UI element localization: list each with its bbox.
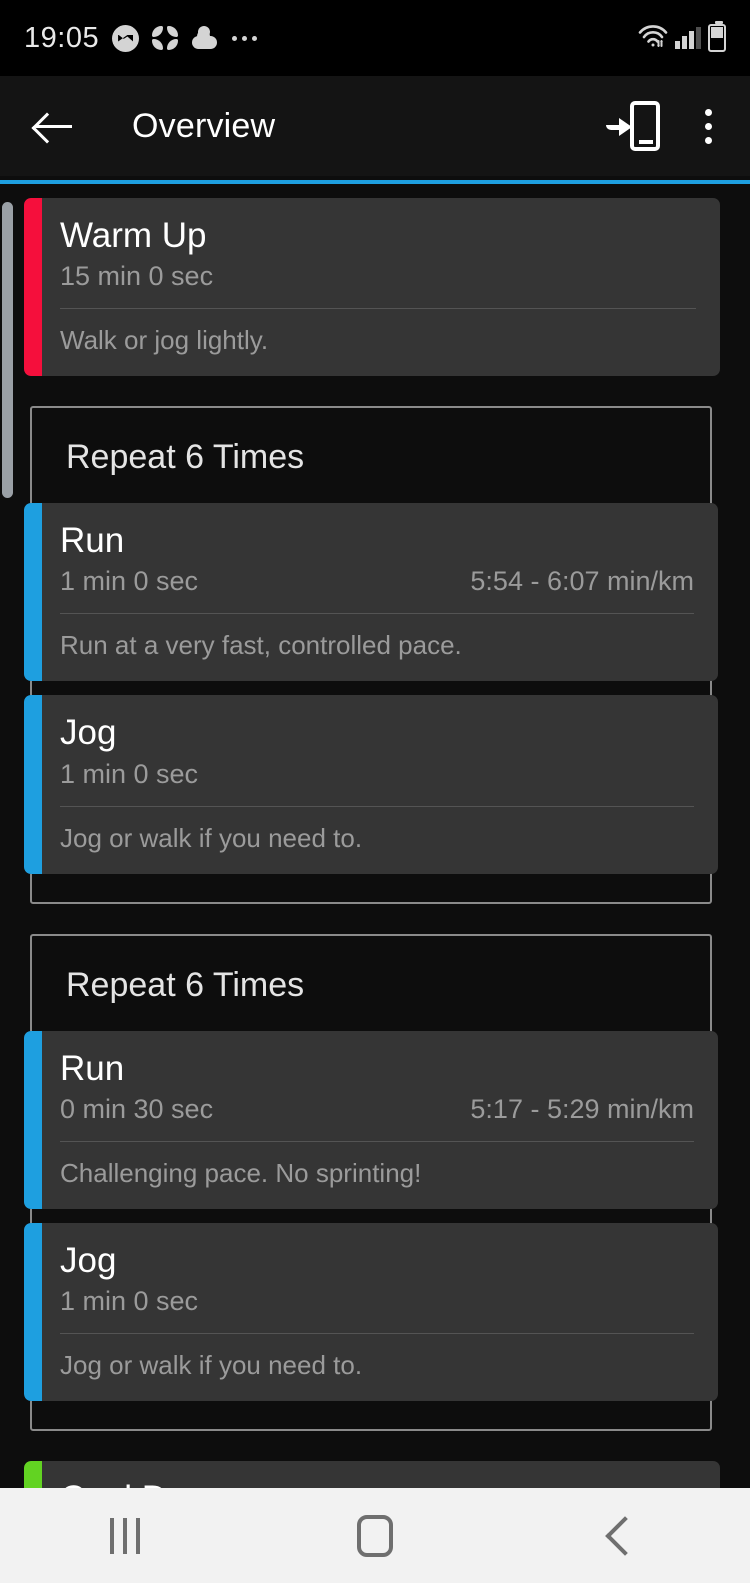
step-title: Run [60,1048,125,1088]
step-title: Jog [60,713,117,753]
step-duration: 1 min 0 sec [60,1285,199,1316]
step-duration: 15 min 0 sec [60,261,214,292]
workout-steps-list[interactable]: Warm Up 15 min 0 sec Walk or jog lightly… [0,176,750,1488]
step-accent-bar [24,1030,42,1209]
recents-button[interactable] [65,1488,185,1583]
step-body: Run 0 min 30 sec 5:17 - 5:29 min/km Chal… [42,1031,718,1209]
step-title: Cool Down [60,1479,696,1488]
step-divider [60,805,694,807]
step-body: Run 1 min 0 sec 5:54 - 6:07 min/km Run a… [42,503,718,681]
workout-step-card[interactable]: Run 1 min 0 sec 5:54 - 6:07 min/km Run a… [24,503,718,682]
repeat-group-title: Repeat 6 Times [66,438,305,477]
messenger-icon [112,24,140,52]
step-description: Walk or jog lightly. [60,325,269,356]
step-accent-bar [24,198,42,377]
step-meta-row: 15 min 0 sec [60,261,696,292]
step-accent-bar [24,695,42,874]
section-divider-blue [0,180,750,184]
home-button[interactable] [315,1488,435,1583]
repeat-group[interactable]: Repeat 6 Times Run 1 min 0 sec 5:54 - 6:… [24,406,718,904]
step-pace: 5:17 - 5:29 min/km [470,1093,694,1124]
overflow-menu-icon[interactable] [688,97,728,155]
cellular-signal-icon [675,27,701,49]
app-bar: Overview [0,76,750,176]
status-bar-right [638,21,726,53]
page-title: Overview [132,106,276,145]
step-description: Jog or walk if you need to. [60,822,363,853]
back-arrow-icon[interactable] [28,100,80,152]
step-meta-row: 1 min 0 sec [60,759,694,790]
steps-container: Warm Up 15 min 0 sec Walk or jog lightly… [0,198,750,1488]
more-notifications-icon [232,35,258,41]
status-bar: 19:05 [0,0,750,76]
weather-icon [191,26,219,50]
send-to-phone-icon[interactable] [606,97,664,155]
step-body: Jog 1 min 0 sec Jog or walk if you need … [42,1223,718,1401]
workout-step-card[interactable]: Warm Up 15 min 0 sec Walk or jog lightly… [24,198,720,377]
android-navigation-bar [0,1488,750,1583]
step-title: Jog [60,1240,117,1280]
home-icon [357,1514,393,1557]
phone-screen: 19:05 Overview Warm Up 15 min 0 sec Walk… [0,0,750,1583]
step-description: Run at a very fast, controlled pace. [60,630,462,661]
step-accent-bar [24,503,42,682]
workout-step-card[interactable]: Jog 1 min 0 sec Jog or walk if you need … [24,1222,718,1401]
step-accent-bar [24,1460,42,1488]
step-duration: 1 min 0 sec [60,566,199,597]
workout-step-card[interactable]: Jog 1 min 0 sec Jog or walk if you need … [24,695,718,874]
step-title: Run [60,521,125,561]
step-description: Challenging pace. No sprinting! [60,1157,422,1188]
recents-icon [110,1517,140,1554]
step-pace: 5:54 - 6:07 min/km [470,566,694,597]
workout-step-card[interactable]: Run 0 min 30 sec 5:17 - 5:29 min/km Chal… [24,1030,718,1209]
step-body: Jog 1 min 0 sec Jog or walk if you need … [42,695,718,873]
status-bar-clock: 19:05 [24,21,100,54]
step-body: Warm Up 15 min 0 sec Walk or jog lightly… [42,198,720,376]
pinwheel-icon [152,25,179,51]
step-meta-row: 1 min 0 sec 5:54 - 6:07 min/km [60,566,694,597]
battery-icon [708,21,726,52]
status-bar-left: 19:05 [24,21,638,54]
step-duration: 0 min 30 sec [60,1093,214,1124]
step-meta-row: 0 min 30 sec 5:17 - 5:29 min/km [60,1094,694,1125]
step-description: Jog or walk if you need to. [60,1349,363,1380]
step-accent-bar [24,1222,42,1401]
back-chevron-icon [605,1515,645,1556]
step-divider [60,613,694,615]
workout-step-card[interactable]: Cool Down 15 min 0 sec Walk or jog light… [24,1460,720,1488]
repeat-group[interactable]: Repeat 6 Times Run 0 min 30 sec 5:17 - 5… [24,933,718,1431]
step-divider [60,1332,694,1334]
step-divider [60,308,696,310]
step-meta-row: 1 min 0 sec [60,1286,694,1317]
wifi-icon [638,24,668,53]
step-body: Cool Down 15 min 0 sec Walk or jog light… [42,1461,720,1488]
step-duration: 1 min 0 sec [60,758,199,789]
back-button[interactable] [565,1488,685,1583]
step-divider [60,1140,694,1142]
step-title: Warm Up [60,216,207,255]
repeat-group-title: Repeat 6 Times [66,965,305,1004]
